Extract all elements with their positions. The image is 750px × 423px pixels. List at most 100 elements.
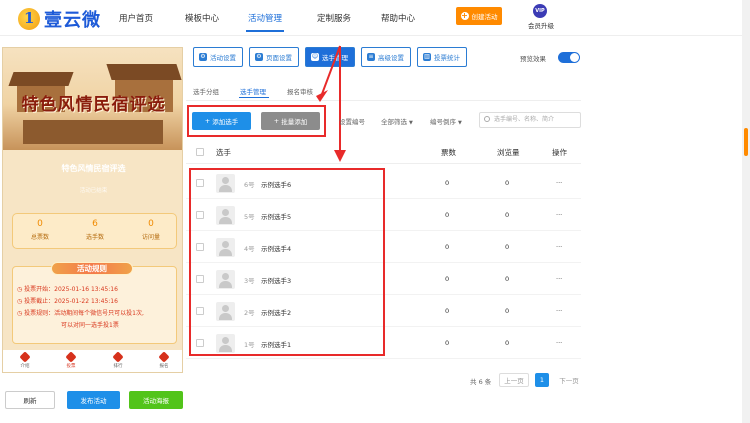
tab-player-groups[interactable]: 选手分组 bbox=[193, 86, 219, 96]
header-votes: 票数 bbox=[441, 148, 456, 157]
table-header: 选手 票数 浏览量 操作 bbox=[186, 140, 581, 164]
pagination-total: 共 6 条 bbox=[470, 378, 492, 386]
stats-panel: 0 总票数 6 选手数 0 访问量 bbox=[12, 213, 177, 249]
nav-templates[interactable]: 模板中心 bbox=[185, 12, 219, 24]
player-views: 0 bbox=[505, 307, 510, 315]
header-player: 选手 bbox=[216, 148, 231, 157]
vote-stats-button[interactable]: ▥ 投票统计 bbox=[417, 47, 467, 67]
nav-home[interactable]: 用户首页 bbox=[119, 12, 153, 24]
activity-status: 活动已结束 bbox=[79, 188, 108, 194]
sliders-icon: ≡ bbox=[367, 53, 375, 61]
stat-label: 访问量 bbox=[141, 234, 160, 241]
order-select[interactable]: 编号倒序 ▼ bbox=[430, 116, 462, 126]
nav-help[interactable]: 帮助中心 bbox=[381, 12, 415, 24]
more-icon[interactable]: ··· bbox=[556, 307, 562, 315]
stat-players: 6 选手数 bbox=[70, 219, 120, 241]
phone-tab-signup[interactable]: 报名 bbox=[152, 351, 176, 369]
stat-total-votes: 0 总票数 bbox=[15, 219, 65, 241]
player-views: 0 bbox=[505, 243, 510, 251]
vip-icon[interactable]: VIP bbox=[533, 4, 547, 18]
rule-vote: ◷ 投票规则：活动期间每个微信号只可以投1次, bbox=[17, 310, 144, 317]
publish-button[interactable]: 发布活动 bbox=[67, 391, 120, 409]
search-icon bbox=[484, 116, 490, 122]
more-icon[interactable]: ··· bbox=[556, 211, 562, 219]
page-settings-button[interactable]: ⚙ 页面设置 bbox=[249, 47, 299, 67]
logo[interactable]: 1 壹云微 bbox=[18, 6, 101, 32]
subtab-divider bbox=[186, 100, 581, 101]
scrollbar-thumb[interactable] bbox=[744, 128, 748, 156]
player-views: 0 bbox=[505, 275, 510, 283]
plus-icon: + bbox=[273, 117, 282, 125]
signup-icon bbox=[158, 351, 170, 363]
logo-mark-text: 1 bbox=[24, 9, 35, 27]
stat-value: 6 bbox=[92, 219, 98, 229]
logo-icon: 1 bbox=[18, 8, 40, 30]
phone-tabbar: 介绍 投票 排行 报名 bbox=[3, 350, 182, 372]
add-player-button[interactable]: + 添加选手 bbox=[192, 112, 251, 130]
gear-icon: ⚙ bbox=[199, 53, 207, 61]
poster-button[interactable]: 活动海报 bbox=[129, 391, 183, 409]
phone-preview: 特色风情民宿评选 特色风情民宿评选 活动已结束 0 总票数 6 选手数 0 访问… bbox=[2, 47, 183, 373]
stat-label: 选手数 bbox=[85, 234, 104, 241]
player-votes: 0 bbox=[445, 179, 450, 187]
player-views: 0 bbox=[505, 339, 510, 347]
scrollbar-track[interactable] bbox=[742, 0, 750, 423]
prev-page-button[interactable]: 上一页 bbox=[499, 373, 529, 387]
set-number-button[interactable]: 设置编号 bbox=[339, 116, 365, 126]
activity-settings-button[interactable]: ⚙ 活动设置 bbox=[193, 47, 243, 67]
page-1-button[interactable]: 1 bbox=[535, 373, 549, 387]
activity-title: 特色风情民宿评选 bbox=[61, 164, 126, 173]
refresh-button[interactable]: 刷新 bbox=[5, 391, 55, 409]
vip-upgrade-link[interactable]: 会员升级 bbox=[528, 20, 554, 30]
top-bar: 1 壹云微 用户首页 模板中心 活动管理 定制服务 帮助中心 + 创建活动 VI… bbox=[0, 0, 742, 36]
chevron-down-icon: ▼ bbox=[409, 120, 413, 126]
rank-icon bbox=[112, 351, 124, 363]
player-votes: 0 bbox=[445, 211, 450, 219]
stat-value: 0 bbox=[37, 219, 43, 229]
group-filter-select[interactable]: 全部筛选 ▼ bbox=[381, 116, 413, 126]
stat-label: 总票数 bbox=[30, 234, 49, 241]
nav-activity-manage[interactable]: 活动管理 bbox=[248, 12, 282, 24]
preview-label: 预览效果 bbox=[520, 55, 546, 63]
plus-icon: + bbox=[204, 117, 213, 125]
rule-vote-cont: 可以对同一选手投1票 bbox=[61, 322, 119, 329]
stat-visits: 0 访问量 bbox=[126, 219, 176, 241]
nav-active-underline bbox=[246, 30, 284, 32]
batch-add-button[interactable]: + 批量添加 bbox=[261, 112, 320, 130]
header-ops: 操作 bbox=[552, 148, 567, 157]
plus-icon: + bbox=[460, 11, 469, 20]
chevron-down-icon: ▼ bbox=[458, 120, 462, 126]
player-votes: 0 bbox=[445, 275, 450, 283]
preview-toggle[interactable] bbox=[558, 52, 580, 63]
nav-custom-service[interactable]: 定制服务 bbox=[317, 12, 351, 24]
phone-tab-vote[interactable]: 投票 bbox=[59, 351, 83, 369]
next-page-button[interactable]: 下一页 bbox=[555, 373, 583, 387]
select-all-checkbox[interactable] bbox=[196, 148, 204, 156]
player-votes: 0 bbox=[445, 307, 450, 315]
stat-value: 0 bbox=[148, 219, 154, 229]
phone-tab-rank[interactable]: 排行 bbox=[106, 351, 130, 369]
tab-signup-review[interactable]: 报名审核 bbox=[287, 86, 313, 96]
create-activity-label: 创建活动 bbox=[471, 13, 498, 21]
player-views: 0 bbox=[505, 179, 510, 187]
create-activity-button[interactable]: + 创建活动 bbox=[456, 7, 502, 25]
player-manage-button[interactable]: ☺ 选手管理 bbox=[305, 47, 355, 67]
search-input[interactable]: 选手编号、名称、简介 bbox=[479, 112, 581, 128]
bar-chart-icon: ▥ bbox=[423, 53, 431, 61]
more-icon[interactable]: ··· bbox=[556, 243, 562, 251]
subtab-active-underline bbox=[239, 97, 269, 98]
more-icon[interactable]: ··· bbox=[556, 275, 562, 283]
intro-icon bbox=[19, 351, 31, 363]
vote-icon bbox=[65, 351, 77, 363]
phone-tab-intro[interactable]: 介绍 bbox=[13, 351, 37, 369]
more-icon[interactable]: ··· bbox=[556, 339, 562, 347]
banner-title: 特色风情民宿评选 bbox=[21, 95, 166, 115]
rule-end: ◷ 投票截止：2025-01-22 13:45:16 bbox=[17, 298, 118, 305]
page-icon: ⚙ bbox=[255, 53, 263, 61]
rule-start: ◷ 投票开始：2025-01-16 13:45:16 bbox=[17, 286, 118, 293]
advanced-settings-button[interactable]: ≡ 高级设置 bbox=[361, 47, 411, 67]
more-icon[interactable]: ··· bbox=[556, 179, 562, 187]
player-votes: 0 bbox=[445, 243, 450, 251]
annotation-box-rows bbox=[189, 168, 385, 356]
tab-player-manage[interactable]: 选手管理 bbox=[240, 86, 266, 96]
